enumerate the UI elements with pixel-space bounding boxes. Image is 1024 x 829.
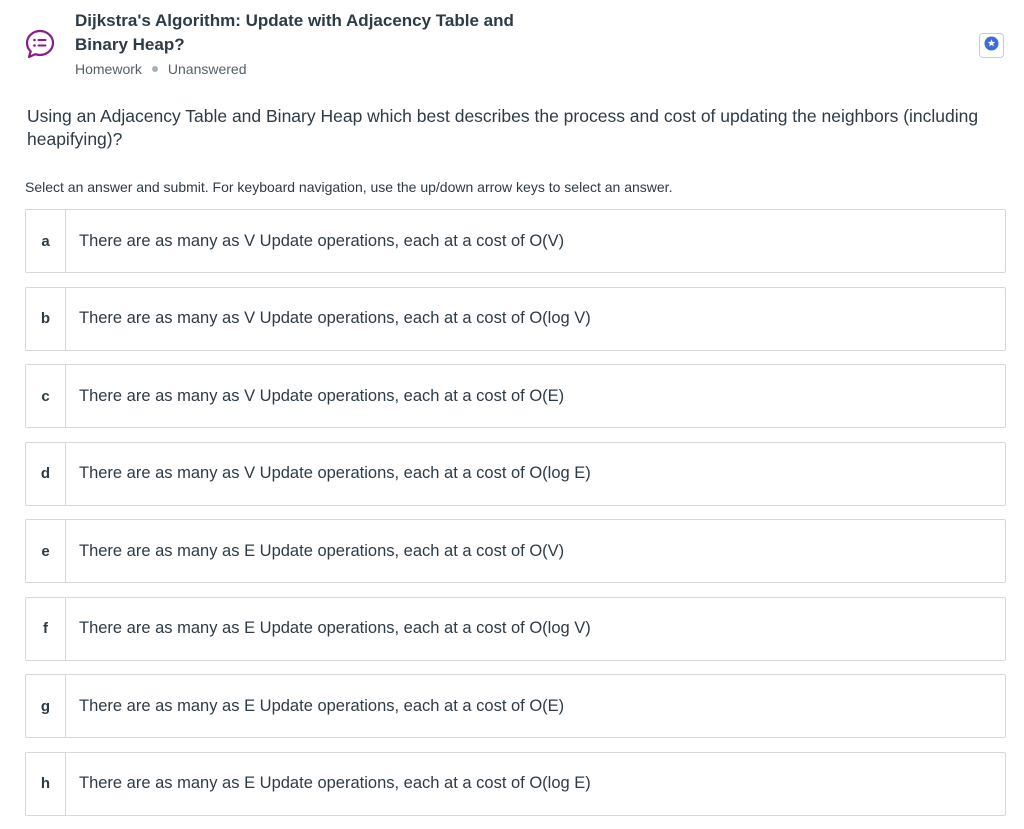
answer-option-d[interactable]: d There are as many as V Update operatio… — [25, 441, 1006, 506]
option-text: There are as many as E Update operations… — [79, 541, 565, 560]
separator-dot — [151, 66, 158, 72]
option-text: There are as many as E Update operations… — [79, 774, 591, 792]
option-letter: f — [26, 597, 66, 660]
option-text: There are as many as V Update operations… — [79, 386, 565, 405]
bookmark-button[interactable] — [979, 33, 1004, 58]
answer-option-g[interactable]: g There are as many as E Update operatio… — [25, 674, 1006, 738]
instructions-text: Select an answer and submit. For keyboar… — [25, 179, 673, 195]
star-bookmark-icon — [984, 35, 999, 56]
page-title: Dijkstra's Algorithm: Update with Adjace… — [75, 11, 514, 54]
answer-option-a[interactable]: a There are as many as V Update operatio… — [25, 209, 1006, 273]
assignment-type: Homework — [75, 61, 142, 77]
answer-options: a There are as many as V Update operatio… — [25, 209, 1006, 829]
option-letter: d — [26, 442, 66, 505]
option-letter: a — [26, 210, 66, 272]
answer-option-c[interactable]: c There are as many as V Update operatio… — [25, 364, 1006, 428]
question-list-icon — [24, 28, 56, 60]
status-badge: Unanswered — [167, 61, 247, 77]
option-text: There are as many as V Update operations… — [79, 309, 591, 327]
option-letter: g — [26, 675, 66, 737]
answer-option-f[interactable]: f There are as many as E Update operatio… — [25, 596, 1006, 661]
question-text: Using an Adjacency Table and Binary Heap… — [27, 106, 979, 149]
answer-option-e[interactable]: e There are as many as E Update operatio… — [25, 519, 1006, 583]
option-letter: h — [26, 752, 66, 815]
answer-option-h[interactable]: h There are as many as E Update operatio… — [25, 751, 1006, 816]
option-text: There are as many as V Update operations… — [79, 464, 591, 482]
option-text: There are as many as E Update operations… — [79, 696, 565, 715]
option-text: There are as many as E Update operations… — [79, 619, 591, 637]
answer-option-b[interactable]: b There are as many as V Update operatio… — [25, 286, 1006, 351]
question-header: Dijkstra's Algorithm: Update with Adjace… — [0, 0, 1024, 90]
option-letter: b — [26, 287, 66, 350]
question-meta: Homework Unanswered — [75, 59, 247, 79]
option-letter: c — [26, 365, 66, 427]
option-letter: e — [26, 520, 66, 582]
option-text: There are as many as V Update operations… — [79, 231, 565, 250]
